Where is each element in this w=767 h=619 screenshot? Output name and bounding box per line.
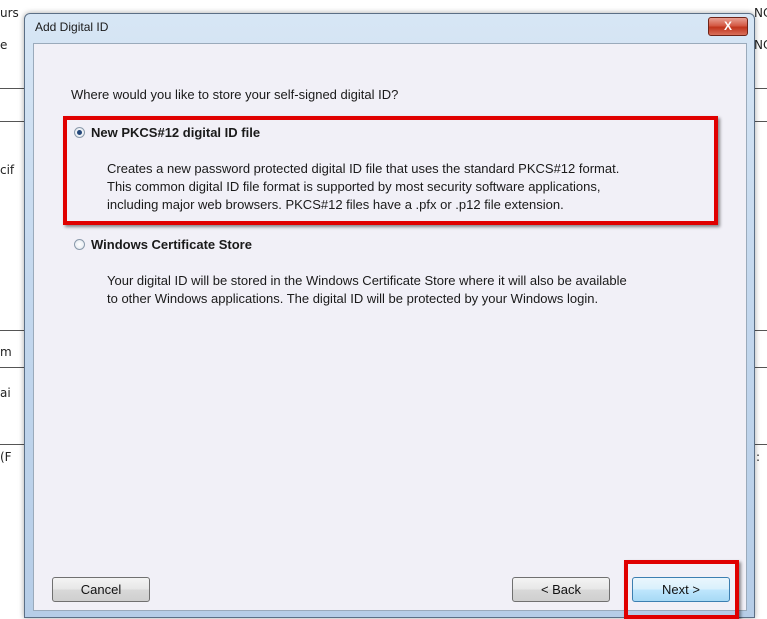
radio-option-label[interactable]: Windows Certificate Store xyxy=(91,237,252,252)
bg-rule xyxy=(753,367,767,368)
bg-fragment: NC xyxy=(754,38,767,52)
close-icon: X xyxy=(723,19,732,33)
bg-fragment: cif xyxy=(0,163,15,177)
bg-rule xyxy=(753,121,767,122)
next-button-label: Next > xyxy=(662,582,700,597)
radio-option-label[interactable]: New PKCS#12 digital ID file xyxy=(91,125,260,140)
bg-fragment: urs xyxy=(0,6,19,20)
dialog-title: Add Digital ID xyxy=(35,20,109,34)
description-line: to other Windows applications. The digit… xyxy=(107,291,599,306)
option-description: Your digital ID will be stored in the Wi… xyxy=(107,272,727,308)
back-button-label: < Back xyxy=(540,582,582,597)
cancel-button[interactable]: Cancel xyxy=(52,577,150,602)
bg-fragment: (F xyxy=(0,450,12,464)
add-digital-id-dialog: Add Digital ID X Where would you like to… xyxy=(24,13,755,619)
description-line: including major web browsers. PKCS#12 fi… xyxy=(107,197,564,212)
option-description: Creates a new password protected digital… xyxy=(107,160,727,214)
store-question: Where would you like to store your self-… xyxy=(71,87,399,102)
bg-rule xyxy=(0,444,24,445)
bg-rule xyxy=(0,121,24,122)
cancel-button-label: Cancel xyxy=(80,582,122,597)
bg-rule xyxy=(753,330,767,331)
bg-rule xyxy=(0,88,24,89)
title-bar[interactable]: Add Digital ID X xyxy=(25,14,754,42)
back-button[interactable]: < Back xyxy=(512,577,610,602)
radio-unchecked-icon[interactable] xyxy=(74,239,85,250)
bg-rule xyxy=(753,444,767,445)
description-line: Your digital ID will be stored in the Wi… xyxy=(107,273,627,288)
bg-rule xyxy=(0,367,24,368)
bg-fragment: m xyxy=(0,345,12,359)
radio-checked-icon[interactable] xyxy=(74,127,85,138)
description-line: Creates a new password protected digital… xyxy=(107,161,620,176)
bg-rule xyxy=(753,88,767,89)
bg-fragment: e xyxy=(0,38,8,52)
next-button[interactable]: Next > xyxy=(632,577,730,602)
radio-option-windows-store[interactable]: Windows Certificate Store xyxy=(74,237,252,252)
bg-rule xyxy=(0,330,24,331)
bg-fragment: : xyxy=(756,450,761,464)
close-button[interactable]: X xyxy=(708,17,748,36)
radio-option-pkcs12[interactable]: New PKCS#12 digital ID file xyxy=(74,125,260,140)
dialog-body: Where would you like to store your self-… xyxy=(33,43,747,619)
description-line: This common digital ID file format is su… xyxy=(107,179,601,194)
bg-fragment: NC xyxy=(754,6,767,20)
bg-fragment: ai xyxy=(0,386,11,400)
